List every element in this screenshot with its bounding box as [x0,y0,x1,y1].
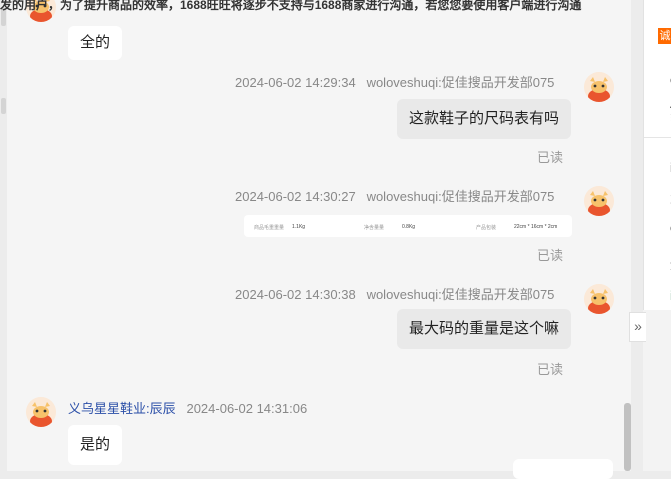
avatar[interactable] [584,284,614,314]
chat-message-area: 全的 2024-06-02 14:29:34 woloveshuqi:促佳搜品开… [7,0,631,471]
read-status: 已读 [537,150,564,165]
message-timestamp: 2024-06-02 14:31:06 [186,401,308,416]
image-field-label: 商品毛重重量 [254,225,285,231]
message-bubble: 这款鞋子的尺码表有吗 [397,99,572,139]
message-text: 全的 [80,34,111,51]
message-sender: woloveshuqi:促佳搜品开发部075 [366,287,555,302]
image-field-value: 0.8Kg [402,224,416,230]
message-bubble-partial [513,459,613,479]
divider [644,137,671,138]
message-timestamp: 2024-06-02 14:30:27 [235,189,356,204]
image-message[interactable]: 商品毛重重量 1.1Kg 净含量量 0.8Kg 产品包装 22cm * 16cm… [244,215,572,237]
double-chevron-right-icon: » [634,318,642,334]
message-sender: woloveshuqi:促佳搜品开发部075 [366,75,555,90]
message-sender[interactable]: 义乌星星鞋业:辰辰 [68,401,176,416]
brand-logo: 诚 [658,28,671,44]
message-bubble: 是的 [68,425,123,465]
message-bubble: 全的 [68,26,123,60]
message-bubble: 最大码的重量是这个嘛 [397,309,572,349]
right-side-panel: 诚 e 4 纟 i 鱼 c 无 i [643,0,671,310]
message-timestamp: 2024-06-02 14:29:34 [235,75,356,90]
notice-banner: 发的用户，为了提升商品的效率，1688旺旺将逐步不支持与1688商家进行沟通，若… [0,0,640,12]
left-gutter [0,0,7,471]
chat-scrollbar[interactable] [624,403,631,471]
left-scroll-knob[interactable] [1,98,6,114]
message-meta: 2024-06-02 14:30:38 woloveshuqi:促佳搜品开发部0… [235,284,554,303]
image-field-label: 产品包装 [476,225,497,231]
read-status: 已读 [537,362,564,377]
message-text: 是的 [80,436,111,453]
image-field-label: 净含量量 [364,225,385,231]
avatar[interactable] [584,186,614,216]
message-meta: 2024-06-02 14:30:27 woloveshuqi:促佳搜品开发部0… [235,186,554,205]
right-panel-footer [643,310,671,471]
message-timestamp: 2024-06-02 14:30:38 [235,287,356,302]
avatar[interactable] [26,397,56,427]
banner-text: 旺旺将逐步不支持与1688商家进行沟通，若您您要使用客户端进行沟通 [206,0,582,12]
image-field-value: 22cm * 16cm * 2cm [514,224,558,230]
message-meta: 义乌星星鞋业:辰辰 2024-06-02 14:31:06 [68,398,307,417]
read-status: 已读 [537,248,564,263]
avatar[interactable] [584,72,614,102]
image-field-value: 1.1Kg [292,224,306,230]
message-text: 这款鞋子的尺码表有吗 [409,110,560,127]
banner-text: 发的用户，为了提升商品的效率，1688 [0,0,207,12]
message-text: 最大码的重量是这个嘛 [409,320,560,337]
message-sender: woloveshuqi:促佳搜品开发部075 [366,189,555,204]
expand-panel-button[interactable]: » [629,312,646,342]
message-meta: 2024-06-02 14:29:34 woloveshuqi:促佳搜品开发部0… [235,72,554,91]
